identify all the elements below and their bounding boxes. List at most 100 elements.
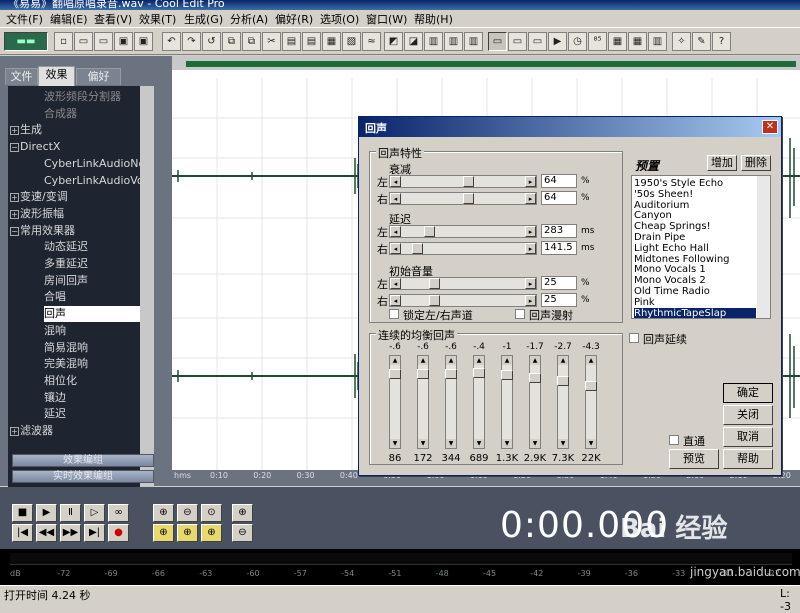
go-to-start-icon[interactable]: |◀ bbox=[12, 524, 33, 542]
tree-item[interactable]: 波形振幅 bbox=[20, 206, 140, 222]
save-icon[interactable]: ▣ bbox=[134, 32, 153, 51]
slider-thumb[interactable] bbox=[501, 370, 513, 381]
eq-band-slider[interactable]: ▲ ▼ bbox=[501, 355, 513, 449]
tree-item[interactable]: 多重延迟 bbox=[44, 256, 140, 272]
new-file-icon[interactable]: ▫ bbox=[54, 32, 73, 51]
tree-item[interactable]: 合唱 bbox=[44, 289, 140, 305]
show-levels-icon[interactable]: ▦ bbox=[628, 32, 647, 51]
menu-favorites[interactable]: 偏好(R) bbox=[273, 11, 315, 27]
slider-thumb[interactable] bbox=[585, 380, 597, 391]
tree-item[interactable]: 简易混响 bbox=[44, 340, 140, 356]
zoom-in-horizontal-icon[interactable]: ⊕ bbox=[153, 504, 174, 522]
preset-item[interactable]: '50s Sheen! bbox=[634, 189, 693, 200]
preset-item[interactable]: Light Echo Hall bbox=[634, 243, 709, 254]
menu-edit[interactable]: 编辑(E) bbox=[48, 11, 90, 27]
initial-left-value-field[interactable]: 25 bbox=[541, 276, 577, 290]
tree-item[interactable]: 完美混响 bbox=[44, 356, 140, 372]
preview-button[interactable]: 预览 bbox=[669, 449, 719, 469]
tree-item[interactable]: 滤波器 bbox=[20, 423, 140, 439]
zoom-right-icon[interactable]: ⊕ bbox=[177, 524, 198, 542]
show-cue-icon[interactable]: ▭ bbox=[508, 32, 527, 51]
preset-item[interactable]: Mono Vocals 1 bbox=[634, 264, 706, 275]
show-time-icon[interactable]: ◷ bbox=[568, 32, 587, 51]
scroll-down-icon[interactable]: ▼ bbox=[558, 439, 568, 448]
expand-icon[interactable]: + bbox=[10, 427, 19, 436]
preset-list[interactable]: 1950's Style Echo '50s Sheen! Auditorium Ca… bbox=[631, 175, 771, 319]
tree-item[interactable]: 生成 bbox=[20, 122, 140, 138]
slider-thumb[interactable] bbox=[557, 375, 569, 386]
analyze-icon[interactable]: ✧ bbox=[672, 32, 691, 51]
stop-icon[interactable]: ■ bbox=[12, 504, 33, 522]
tree-item[interactable]: CyberLinkAudioNo bbox=[44, 156, 145, 172]
initial-left-slider[interactable]: ◂ ▸ bbox=[389, 277, 537, 290]
save-as-icon[interactable]: ▣ bbox=[114, 32, 133, 51]
play-icon[interactable]: ▶ bbox=[36, 504, 57, 522]
redo-icon[interactable]: ↷ bbox=[182, 32, 201, 51]
record-icon[interactable]: ● bbox=[108, 524, 129, 542]
tree-item[interactable]: 延迟 bbox=[44, 406, 140, 422]
expand-icon[interactable]: + bbox=[10, 209, 19, 219]
tree-item[interactable]: 合成器 bbox=[44, 106, 140, 122]
echo-bounce-checkbox[interactable] bbox=[515, 309, 525, 319]
preset-item[interactable]: Cheap Springs! bbox=[634, 221, 711, 232]
tree-item[interactable]: CyberLinkAudioVol bbox=[44, 173, 147, 189]
preset-item[interactable]: 1950's Style Echo bbox=[634, 178, 723, 189]
eq-band-slider[interactable]: ▲ ▼ bbox=[389, 355, 401, 449]
tree-item[interactable]: 常用效果器 bbox=[20, 223, 140, 239]
fast-forward-icon[interactable]: ▶▶ bbox=[60, 524, 81, 542]
slider-thumb[interactable] bbox=[429, 278, 441, 289]
expand-icon[interactable]: + bbox=[10, 193, 19, 203]
close-icon[interactable]: ✕ bbox=[762, 120, 778, 134]
tree-item[interactable]: 波形频段分割器 bbox=[44, 89, 140, 105]
tab-effects[interactable]: 效果 bbox=[38, 66, 75, 86]
scroll-down-icon[interactable]: ▼ bbox=[502, 439, 512, 448]
tree-item[interactable]: 镶边 bbox=[44, 390, 140, 406]
zoom-full-icon[interactable]: ⊙ bbox=[201, 504, 222, 522]
mix-paste-icon[interactable]: ▦ bbox=[322, 32, 341, 51]
scroll-left-icon[interactable]: ◂ bbox=[390, 176, 401, 187]
slider-thumb[interactable] bbox=[417, 368, 429, 379]
slider-thumb[interactable] bbox=[529, 372, 541, 383]
tree-item[interactable]: 混响 bbox=[44, 323, 140, 339]
time-format-icon[interactable]: ⁸⁵ bbox=[588, 32, 607, 51]
echo-continue-checkbox[interactable] bbox=[629, 333, 639, 343]
spectral-phase-icon[interactable]: ▥ bbox=[464, 32, 483, 51]
open-file-icon[interactable]: ▭ bbox=[74, 32, 93, 51]
collapse-icon[interactable]: − bbox=[10, 143, 19, 153]
spectral-view-icon[interactable]: ◩ bbox=[384, 32, 403, 51]
zoom-in-vertical-icon[interactable]: ⊕ bbox=[232, 504, 253, 522]
menu-help[interactable]: 帮助(H) bbox=[412, 11, 455, 27]
multitrack-toggle-icon[interactable]: ▬▬ bbox=[4, 32, 48, 51]
copy-icon[interactable]: ⧉ bbox=[222, 32, 241, 51]
scroll-down-icon[interactable]: ▼ bbox=[586, 439, 596, 448]
zoom-out-vertical-icon[interactable]: ⊖ bbox=[232, 524, 253, 542]
tree-scrollbar[interactable] bbox=[140, 86, 154, 492]
eq-band-slider[interactable]: ▲ ▼ bbox=[417, 355, 429, 449]
eq-band-slider[interactable]: ▲ ▼ bbox=[557, 355, 569, 449]
slider-thumb[interactable] bbox=[423, 226, 435, 237]
scroll-up-icon[interactable]: ▲ bbox=[586, 356, 596, 365]
delay-right-slider[interactable]: ◂ ▸ bbox=[389, 242, 537, 255]
preset-item[interactable]: Mono Vocals 2 bbox=[634, 275, 706, 286]
menu-generate[interactable]: 生成(G) bbox=[182, 11, 225, 27]
zoom-selection-icon[interactable]: ⊕ bbox=[201, 524, 222, 542]
help-button[interactable]: 帮助 bbox=[723, 449, 773, 469]
scroll-left-icon[interactable]: ◂ bbox=[390, 295, 401, 306]
scroll-right-icon[interactable]: ▸ bbox=[525, 193, 536, 204]
tree-item[interactable]: 房间回声 bbox=[44, 273, 140, 289]
tree-item[interactable]: 相位化 bbox=[44, 373, 140, 389]
show-status-icon[interactable]: ▥ bbox=[648, 32, 667, 51]
slider-thumb[interactable] bbox=[445, 368, 457, 379]
slider-thumb[interactable] bbox=[473, 368, 485, 379]
scroll-left-icon[interactable]: ◂ bbox=[390, 243, 401, 254]
preset-list-scrollbar[interactable] bbox=[757, 176, 770, 318]
decay-left-value-field[interactable]: 64 bbox=[541, 174, 577, 188]
copy-new-icon[interactable]: ⧉ bbox=[242, 32, 261, 51]
tab-files[interactable]: 文件 bbox=[5, 68, 38, 85]
slider-thumb[interactable] bbox=[412, 243, 424, 254]
play-to-end-icon[interactable]: ▷ bbox=[84, 504, 105, 522]
cancel-button[interactable]: 取消 bbox=[723, 427, 773, 447]
scroll-left-icon[interactable]: ◂ bbox=[390, 226, 401, 237]
repeat-icon[interactable]: ↺ bbox=[202, 32, 221, 51]
preset-item[interactable]: Old Time Radio bbox=[634, 286, 710, 297]
